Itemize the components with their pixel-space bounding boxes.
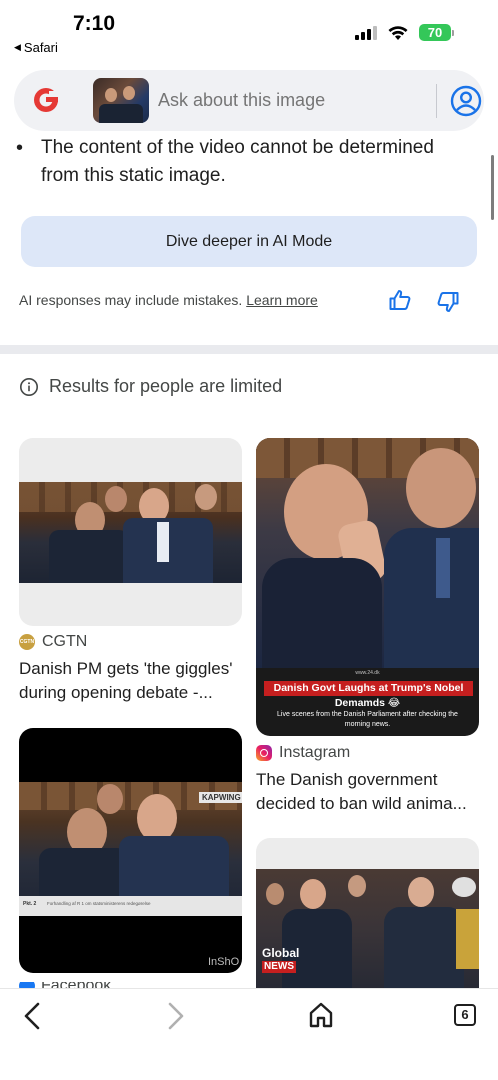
source-label: CGTN xyxy=(42,633,88,650)
section-divider xyxy=(0,345,498,354)
wifi-icon xyxy=(387,25,409,41)
status-icons: 70 xyxy=(355,24,454,41)
overlay-headline-2: Demamds 😂 xyxy=(334,697,401,709)
thumbs-up-icon[interactable] xyxy=(388,288,412,312)
overlay-headline: Danish Govt Laughs at Trump's Nobel xyxy=(264,681,473,696)
google-lens-g-icon[interactable] xyxy=(32,86,60,114)
forward-arrow-icon[interactable] xyxy=(164,1001,188,1031)
result-image-instagram[interactable]: www.24.dk Danish Govt Laughs at Trump's … xyxy=(256,438,479,736)
tabs-icon[interactable]: 6 xyxy=(454,1004,476,1026)
battery-level: 70 xyxy=(419,24,451,41)
result-title-cgtn[interactable]: Danish PM gets 'the giggles' during open… xyxy=(19,657,249,705)
result-source-instagram[interactable]: Instagram xyxy=(256,744,350,762)
overlay-small-text: www.24.dk xyxy=(355,670,380,676)
ai-answer-bullet: • The content of the video cannot be det… xyxy=(16,134,456,190)
learn-more-link[interactable]: Learn more xyxy=(246,292,318,308)
cellular-signal-icon xyxy=(355,25,377,40)
instagram-logo-icon xyxy=(256,745,272,761)
lower-third-text: Forhandling af R 1 om statsministerens r… xyxy=(47,901,151,906)
battery-icon: 70 xyxy=(419,24,454,41)
result-source-cgtn[interactable]: CGTN CGTN xyxy=(19,633,87,651)
back-triangle-icon: ◀ xyxy=(14,42,21,52)
cgtn-logo-icon: CGTN xyxy=(19,634,35,650)
scrollbar-thumb[interactable] xyxy=(491,155,494,220)
dive-deeper-ai-mode-button[interactable]: Dive deeper in AI Mode xyxy=(21,216,477,267)
back-arrow-icon[interactable] xyxy=(20,1001,44,1031)
global-news-logo: Global NEWS xyxy=(262,946,300,973)
back-to-app-link[interactable]: ◀ Safari xyxy=(14,40,58,55)
result-image-facebook[interactable]: Pkt. 2 Forhandling af R 1 om statsminist… xyxy=(19,728,242,973)
status-time: 7:10 xyxy=(73,12,116,35)
bullet-dot: • xyxy=(16,137,24,159)
result-title-instagram[interactable]: The Danish government decided to ban wil… xyxy=(256,768,491,816)
overlay-caption: Live scenes from the Danish Parliament a… xyxy=(277,711,458,718)
disclaimer-text: AI responses may include mistakes. xyxy=(19,292,243,308)
info-icon[interactable] xyxy=(19,377,39,397)
home-icon[interactable] xyxy=(308,1001,334,1029)
ai-answer-text: The content of the video cannot be deter… xyxy=(41,137,434,186)
result-image-cgtn[interactable] xyxy=(19,438,242,626)
search-divider xyxy=(436,84,437,118)
parliament-photo xyxy=(19,482,242,583)
browser-toolbar: 6 xyxy=(0,988,498,1080)
results-limited-notice: Results for people are limited xyxy=(19,376,282,397)
source-label: Instagram xyxy=(279,744,351,761)
overlay-caption-2: morning news. xyxy=(344,721,391,728)
ai-disclaimer: AI responses may include mistakes. Learn… xyxy=(19,292,318,308)
inshot-watermark: InShO xyxy=(208,956,240,968)
query-image-thumbnail[interactable] xyxy=(93,78,149,123)
thumbs-down-icon[interactable] xyxy=(436,290,460,314)
instagram-video-frame xyxy=(256,438,479,668)
lens-search-bar[interactable] xyxy=(14,70,484,131)
ask-image-input[interactable] xyxy=(158,90,418,111)
status-bar: 7:10 ◀ Safari 70 xyxy=(0,0,498,62)
results-limited-text: Results for people are limited xyxy=(49,376,283,396)
kapwing-watermark: KAPWING xyxy=(199,792,242,803)
account-icon[interactable] xyxy=(450,85,482,117)
lower-third-label: Pkt. 2 xyxy=(23,901,37,907)
back-app-label: Safari xyxy=(23,40,58,55)
